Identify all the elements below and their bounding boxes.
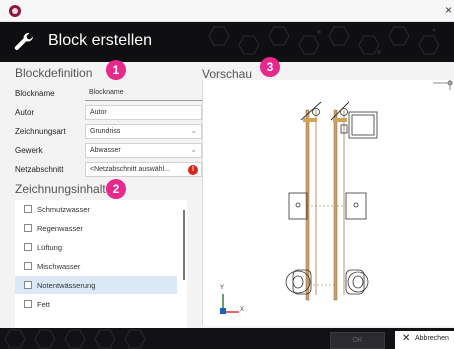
list-scrollbar[interactable] — [183, 210, 185, 280]
checkbox[interactable] — [24, 262, 32, 270]
list-item-label: Regenwasser — [37, 224, 83, 233]
close-icon: ✕ — [402, 333, 411, 344]
chevron-down-icon: ⌄ — [190, 126, 197, 135]
gewerk-select[interactable]: Abwasser ⌄ — [85, 143, 202, 158]
list-item-selected[interactable]: Notentwässerung — [15, 276, 177, 294]
autor-row: Autor Autor — [15, 105, 202, 121]
app-logo-icon — [9, 5, 21, 17]
hexagon-pattern — [4, 329, 146, 349]
checkbox[interactable] — [24, 300, 32, 308]
error-icon: ! — [188, 165, 198, 175]
dialog-footer: OK ✕ Abbrechen — [0, 328, 454, 349]
checkbox[interactable] — [24, 243, 32, 251]
list-item-label: Notentwässerung — [37, 281, 96, 290]
axis-x-label: X — [240, 307, 245, 313]
list-item[interactable]: Mischwasser — [15, 257, 177, 275]
list-item[interactable]: Lüftung — [15, 238, 177, 256]
window-close-button[interactable]: × — [445, 3, 452, 17]
step-badge-1: 1 — [106, 60, 126, 80]
sink-top — [340, 111, 378, 139]
autor-input[interactable]: Autor — [85, 105, 202, 120]
autor-label: Autor — [15, 108, 35, 117]
blockname-input[interactable]: Blockname — [85, 86, 202, 101]
list-item[interactable]: Schmutzwasser — [15, 200, 177, 218]
preview-heading: Vorschau — [202, 67, 253, 81]
axis-indicator — [220, 294, 239, 314]
step-badge-3: 3 — [260, 57, 280, 77]
blockdefinition-heading: Blockdefinition — [15, 66, 93, 80]
origin-marker — [433, 80, 453, 90]
netzabschnitt-row: Netzabschnitt <Netzabschnitt auswähl... … — [15, 162, 202, 178]
checkbox[interactable] — [24, 224, 32, 232]
chevron-down-icon: ⌄ — [190, 145, 197, 154]
sink-left — [288, 192, 308, 220]
netzabschnitt-label: Netzabschnitt — [15, 165, 64, 174]
window-titlebar: × — [0, 0, 454, 22]
list-item-label: Schmutzwasser — [37, 205, 90, 214]
netzabschnitt-value: <Netzabschnitt auswähl... — [90, 166, 170, 173]
list-item[interactable]: Fett — [15, 295, 177, 313]
zeichnungsart-select[interactable]: Grundriss ⌄ — [85, 124, 202, 139]
hexagon-pattern — [208, 26, 440, 55]
wrench-icon — [14, 32, 33, 50]
zeichnungsart-value: Grundriss — [90, 128, 121, 135]
sink-right — [345, 192, 367, 220]
list-item[interactable]: Regenwasser — [15, 219, 177, 237]
list-item-label: Mischwasser — [37, 262, 81, 271]
gewerk-row: Gewerk Abwasser ⌄ — [15, 143, 202, 159]
toilet-right — [345, 269, 369, 295]
cancel-button[interactable]: ✕ Abbrechen — [395, 331, 454, 349]
dialog-header: Block erstellen — [0, 22, 454, 62]
cad-drawing — [220, 80, 453, 314]
zeichnungsinhalte-list[interactable]: Schmutzwasser Regenwasser Lüftung Mischw… — [15, 200, 187, 330]
left-panel: Blockdefinition 1 Blockname Blockname Au… — [0, 60, 202, 330]
axis-y-label: Y — [220, 285, 225, 291]
checkbox[interactable] — [24, 281, 32, 289]
checkbox[interactable] — [24, 205, 32, 213]
cancel-label: Abbrechen — [415, 335, 449, 342]
preview-canvas[interactable]: Y X — [202, 80, 454, 326]
zeichnungsart-label: Zeichnungsart — [15, 127, 66, 136]
step-badge-2: 2 — [106, 179, 126, 199]
list-item-label: Fett — [37, 300, 50, 309]
blockname-label: Blockname — [15, 89, 55, 98]
blockname-row: Blockname Blockname — [15, 86, 202, 102]
zeichnungsinhalte-heading: Zeichnungsinhalte — [15, 182, 113, 196]
ok-button[interactable]: OK — [330, 332, 385, 349]
gewerk-value: Abwasser — [90, 147, 121, 154]
zeichnungsart-row: Zeichnungsart Grundriss ⌄ — [15, 124, 202, 140]
list-item-label: Lüftung — [37, 243, 63, 252]
netzabschnitt-select[interactable]: <Netzabschnitt auswähl... ! — [85, 162, 202, 177]
dialog-title: Block erstellen — [48, 32, 153, 49]
gewerk-label: Gewerk — [15, 146, 43, 155]
